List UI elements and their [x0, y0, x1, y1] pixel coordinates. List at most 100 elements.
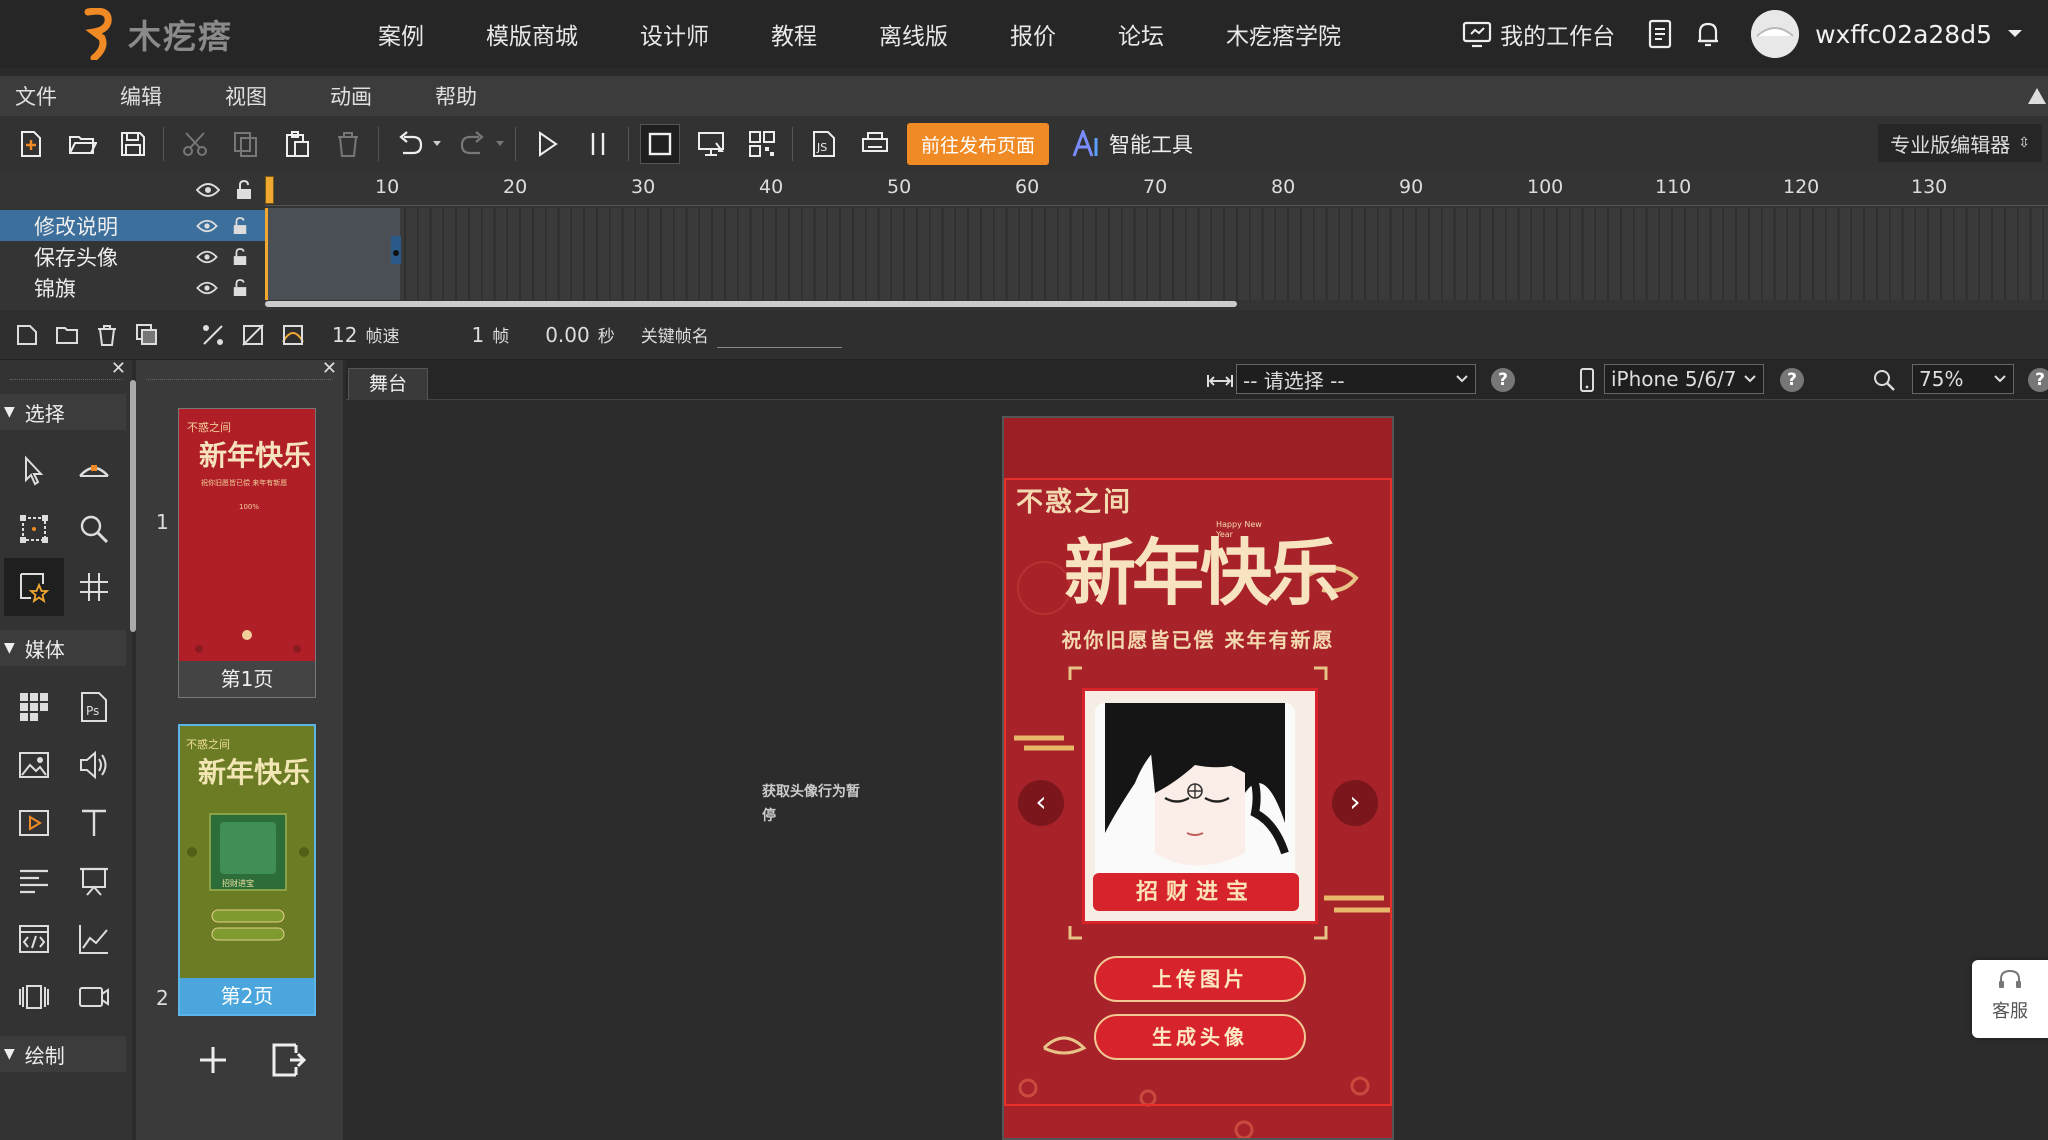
paragraph-tool[interactable] — [4, 852, 64, 910]
workbench-link[interactable]: 我的工作台 — [1462, 17, 1615, 51]
qrcode-button[interactable] — [742, 124, 782, 164]
zoom-tool[interactable] — [64, 500, 124, 558]
pro-editor-select[interactable]: 专业版编辑器 ⇳ — [1878, 124, 2042, 162]
playhead[interactable] — [265, 176, 274, 204]
help-icon[interactable]: ? — [2028, 368, 2048, 392]
help-icon[interactable]: ? — [1491, 368, 1515, 392]
psd-import-tool[interactable]: Ps — [64, 678, 124, 736]
components-tool[interactable] — [4, 678, 64, 736]
unlock-icon[interactable] — [232, 247, 248, 266]
page-thumbnail[interactable]: 不惑之间 新年快乐 祝你旧愿皆已偿 来年有新愿 100% 第1页 — [178, 408, 316, 698]
nav-designers[interactable]: 设计师 — [640, 17, 709, 51]
add-page-icon[interactable] — [196, 1043, 230, 1077]
transform-tool[interactable] — [4, 500, 64, 558]
path-select-tool[interactable] — [64, 442, 124, 500]
eye-icon[interactable] — [196, 182, 220, 198]
redo-dropdown-icon[interactable] — [495, 140, 505, 148]
layer-row[interactable]: 修改说明 — [0, 210, 265, 241]
nav-offline[interactable]: 离线版 — [879, 17, 948, 51]
customer-service-button[interactable]: 客服 — [1972, 960, 2048, 1038]
help-icon[interactable]: ? — [1780, 368, 1804, 392]
nav-cases[interactable]: 案例 — [378, 17, 424, 51]
motion-path-icon[interactable] — [280, 322, 306, 348]
new-layer-icon[interactable] — [14, 322, 40, 348]
zoom-select[interactable]: 75% — [1912, 364, 2014, 394]
audio-tool[interactable] — [64, 736, 124, 794]
close-icon[interactable]: ✕ — [322, 358, 337, 379]
video-tool[interactable] — [4, 794, 64, 852]
smart-tools-button[interactable]: 智能工具 — [1071, 129, 1193, 159]
save-button[interactable] — [113, 124, 153, 164]
nav-pricing[interactable]: 报价 — [1010, 17, 1056, 51]
delete-button[interactable] — [328, 124, 368, 164]
remove-tween-icon[interactable] — [240, 322, 266, 348]
text-tool[interactable] — [64, 794, 124, 852]
page-thumbnail-selected[interactable]: 不惑之间 新年快乐 招财进宝 第2页 — [178, 724, 316, 1016]
layer-row[interactable]: 保存头像 — [0, 241, 265, 272]
frame-grid[interactable] — [265, 208, 2048, 300]
carousel-tool[interactable] — [4, 968, 64, 1026]
nav-academy[interactable]: 木疙瘩学院 — [1226, 17, 1341, 51]
undo-dropdown-icon[interactable] — [432, 140, 442, 148]
slideshow-tool[interactable] — [64, 852, 124, 910]
close-icon[interactable]: ✕ — [111, 358, 126, 379]
section-media[interactable]: ▼ 媒体 — [0, 630, 126, 666]
redo-button[interactable] — [453, 124, 493, 164]
fit-width-icon[interactable] — [1206, 373, 1234, 389]
play-button[interactable] — [527, 124, 567, 164]
copy-button[interactable] — [226, 124, 266, 164]
username[interactable]: wxffc02a28d5 — [1815, 20, 1992, 49]
avatar[interactable] — [1751, 10, 1800, 58]
eye-icon[interactable] — [196, 219, 218, 233]
device-select[interactable]: iPhone 5/6/7 — [1604, 364, 1764, 394]
publish-button[interactable]: 前往发布页面 — [907, 123, 1050, 165]
menu-help[interactable]: 帮助 — [435, 81, 525, 111]
collapse-triangle-icon[interactable] — [2026, 86, 2048, 106]
pause-button[interactable] — [578, 124, 618, 164]
generate-avatar-button[interactable]: 生成头像 — [1094, 1014, 1306, 1060]
stop-button[interactable] — [640, 124, 680, 164]
import-page-icon[interactable] — [268, 1040, 308, 1080]
phone-canvas[interactable]: 不惑之间 Happy New Year 新年快乐 祝你旧愿皆已偿 来年有新愿 招… — [1002, 416, 1394, 1140]
duplicate-layer-icon[interactable] — [134, 322, 160, 348]
keyframe-dot[interactable] — [393, 250, 399, 256]
favorite-tool[interactable] — [4, 558, 64, 616]
lock-icon[interactable] — [235, 180, 253, 200]
chart-tool[interactable] — [64, 910, 124, 968]
nav-forum[interactable]: 论坛 — [1118, 17, 1164, 51]
image-tool[interactable] — [4, 736, 64, 794]
prev-arrow-button[interactable]: ‹ — [1018, 780, 1064, 826]
open-button[interactable] — [62, 124, 102, 164]
fps-value[interactable]: 12 — [332, 323, 357, 347]
nav-tutorials[interactable]: 教程 — [771, 17, 817, 51]
unlock-icon[interactable] — [232, 216, 248, 235]
eye-icon[interactable] — [196, 281, 218, 295]
camera-tool[interactable] — [64, 968, 124, 1026]
code-tool[interactable] — [4, 910, 64, 968]
upload-image-button[interactable]: 上传图片 — [1094, 956, 1306, 1002]
new-file-button[interactable] — [11, 124, 51, 164]
select-tool[interactable] — [4, 442, 64, 500]
eye-icon[interactable] — [196, 250, 218, 264]
js-button[interactable]: JS — [804, 124, 844, 164]
paste-button[interactable] — [277, 124, 317, 164]
menu-file[interactable]: 文件 — [15, 81, 105, 111]
document-icon[interactable] — [1647, 19, 1673, 49]
trash-icon[interactable] — [94, 322, 120, 348]
chevron-down-icon[interactable] — [2006, 28, 2024, 40]
tab-stage[interactable]: 舞台 — [348, 368, 428, 400]
section-select[interactable]: ▼ 选择 — [0, 394, 126, 430]
bell-icon[interactable] — [1695, 19, 1721, 49]
layer-row[interactable]: 锦旗 — [0, 272, 265, 303]
undo-button[interactable] — [390, 124, 430, 164]
keyframe-name-input[interactable] — [716, 322, 842, 348]
grid-tool[interactable] — [64, 558, 124, 616]
menu-view[interactable]: 视图 — [225, 81, 315, 111]
align-select[interactable]: -- 请选择 -- — [1236, 364, 1476, 394]
brand-logo[interactable]: 木疙瘩 — [80, 7, 300, 62]
menu-edit[interactable]: 编辑 — [120, 81, 210, 111]
behavior-note[interactable]: 获取头像行为暂停 — [762, 780, 862, 828]
timeline-scrollbar[interactable] — [265, 301, 1237, 307]
unlock-icon[interactable] — [232, 278, 248, 297]
section-draw[interactable]: ▼ 绘制 — [0, 1036, 126, 1072]
